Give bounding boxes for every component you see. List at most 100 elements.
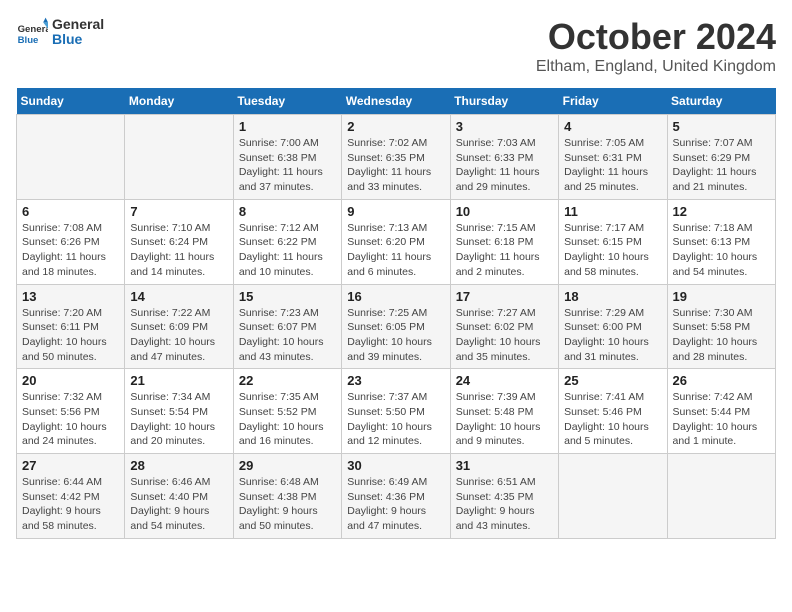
day-number: 25 [564, 373, 661, 388]
day-number: 18 [564, 289, 661, 304]
day-cell: 23Sunrise: 7:37 AM Sunset: 5:50 PM Dayli… [342, 369, 450, 454]
day-cell: 27 Sunrise: 6:44 AM Sunset: 4:42 PM Dayli… [17, 454, 125, 539]
day-cell: 18 Sunrise: 7:29 AM Sunset: 6:00 PM Dayli… [559, 284, 667, 369]
day-number: 8 [239, 204, 336, 219]
day-info: Sunrise: 7:25 AM Sunset: 6:05 PM Dayligh… [347, 306, 444, 365]
header-day-sunday: Sunday [17, 88, 125, 115]
day-cell: 9Sunrise: 7:13 AM Sunset: 6:20 PM Daylig… [342, 199, 450, 284]
day-info: Sunrise: 6:49 AM Sunset: 4:36 PM Dayligh… [347, 475, 444, 534]
day-cell: 19Sunrise: 7:30 AM Sunset: 5:58 PM Dayli… [667, 284, 775, 369]
day-number: 10 [456, 204, 553, 219]
day-number: 5 [673, 119, 770, 134]
day-number: 27 [22, 458, 119, 473]
header-day-saturday: Saturday [667, 88, 775, 115]
day-info: Sunrise: 7:34 AM Sunset: 5:54 PM Dayligh… [130, 390, 227, 449]
day-info: Sunrise: 7:35 AM Sunset: 5:52 PM Dayligh… [239, 390, 336, 449]
day-number: 20 [22, 373, 119, 388]
day-cell: 17 Sunrise: 7:27 AM Sunset: 6:02 PM Dayli… [450, 284, 558, 369]
day-cell: 24 Sunrise: 7:39 AM Sunset: 5:48 PM Dayli… [450, 369, 558, 454]
day-cell: 29 Sunrise: 6:48 AM Sunset: 4:38 PM Dayli… [233, 454, 341, 539]
calendar-table: SundayMondayTuesdayWednesdayThursdayFrid… [16, 88, 776, 539]
day-info: Sunrise: 7:17 AM Sunset: 6:15 PM Dayligh… [564, 221, 661, 280]
day-cell: 8 Sunrise: 7:12 AM Sunset: 6:22 PM Daylig… [233, 199, 341, 284]
day-number: 9 [347, 204, 444, 219]
day-info: Sunrise: 7:32 AM Sunset: 5:56 PM Dayligh… [22, 390, 119, 449]
header-day-tuesday: Tuesday [233, 88, 341, 115]
day-number: 11 [564, 204, 661, 219]
day-info: Sunrise: 6:48 AM Sunset: 4:38 PM Dayligh… [239, 475, 336, 534]
day-info: Sunrise: 7:02 AM Sunset: 6:35 PM Dayligh… [347, 136, 444, 195]
day-cell: 14 Sunrise: 7:22 AM Sunset: 6:09 PM Dayli… [125, 284, 233, 369]
day-cell: 28Sunrise: 6:46 AM Sunset: 4:40 PM Dayli… [125, 454, 233, 539]
day-number: 13 [22, 289, 119, 304]
day-cell: 5Sunrise: 7:07 AM Sunset: 6:29 PM Daylig… [667, 115, 775, 200]
title-block: October 2024 Eltham, England, United Kin… [536, 16, 776, 76]
day-number: 1 [239, 119, 336, 134]
header-day-friday: Friday [559, 88, 667, 115]
day-number: 6 [22, 204, 119, 219]
month-title: October 2024 [536, 16, 776, 58]
week-row-5: 27 Sunrise: 6:44 AM Sunset: 4:42 PM Dayli… [17, 454, 776, 539]
day-number: 2 [347, 119, 444, 134]
day-number: 30 [347, 458, 444, 473]
day-info: Sunrise: 7:29 AM Sunset: 6:00 PM Dayligh… [564, 306, 661, 365]
day-number: 4 [564, 119, 661, 134]
day-number: 15 [239, 289, 336, 304]
day-info: Sunrise: 7:30 AM Sunset: 5:58 PM Dayligh… [673, 306, 770, 365]
week-row-2: 6 Sunrise: 7:08 AM Sunset: 6:26 PM Daylig… [17, 199, 776, 284]
svg-text:General: General [18, 24, 48, 35]
calendar-header: SundayMondayTuesdayWednesdayThursdayFrid… [17, 88, 776, 115]
day-info: Sunrise: 7:05 AM Sunset: 6:31 PM Dayligh… [564, 136, 661, 195]
day-number: 29 [239, 458, 336, 473]
day-info: Sunrise: 6:44 AM Sunset: 4:42 PM Dayligh… [22, 475, 119, 534]
day-number: 22 [239, 373, 336, 388]
week-row-3: 13Sunrise: 7:20 AM Sunset: 6:11 PM Dayli… [17, 284, 776, 369]
day-cell: 21 Sunrise: 7:34 AM Sunset: 5:54 PM Dayli… [125, 369, 233, 454]
week-row-4: 20 Sunrise: 7:32 AM Sunset: 5:56 PM Dayli… [17, 369, 776, 454]
day-cell: 6 Sunrise: 7:08 AM Sunset: 6:26 PM Daylig… [17, 199, 125, 284]
day-number: 24 [456, 373, 553, 388]
day-cell: 7Sunrise: 7:10 AM Sunset: 6:24 PM Daylig… [125, 199, 233, 284]
header-day-thursday: Thursday [450, 88, 558, 115]
day-cell: 2 Sunrise: 7:02 AM Sunset: 6:35 PM Daylig… [342, 115, 450, 200]
svg-text:Blue: Blue [18, 35, 39, 46]
day-info: Sunrise: 7:15 AM Sunset: 6:18 PM Dayligh… [456, 221, 553, 280]
day-cell: 30 Sunrise: 6:49 AM Sunset: 4:36 PM Dayli… [342, 454, 450, 539]
day-cell: 20 Sunrise: 7:32 AM Sunset: 5:56 PM Dayli… [17, 369, 125, 454]
day-cell: 3 Sunrise: 7:03 AM Sunset: 6:33 PM Daylig… [450, 115, 558, 200]
day-info: Sunrise: 7:27 AM Sunset: 6:02 PM Dayligh… [456, 306, 553, 365]
day-cell [559, 454, 667, 539]
day-info: Sunrise: 7:39 AM Sunset: 5:48 PM Dayligh… [456, 390, 553, 449]
day-number: 31 [456, 458, 553, 473]
day-cell: 22 Sunrise: 7:35 AM Sunset: 5:52 PM Dayli… [233, 369, 341, 454]
day-number: 7 [130, 204, 227, 219]
day-number: 14 [130, 289, 227, 304]
day-number: 12 [673, 204, 770, 219]
day-info: Sunrise: 7:08 AM Sunset: 6:26 PM Dayligh… [22, 221, 119, 280]
logo-blue: Blue [52, 32, 104, 47]
logo-general: General [52, 17, 104, 32]
day-info: Sunrise: 7:22 AM Sunset: 6:09 PM Dayligh… [130, 306, 227, 365]
day-cell [125, 115, 233, 200]
day-cell: 4 Sunrise: 7:05 AM Sunset: 6:31 PM Daylig… [559, 115, 667, 200]
day-number: 28 [130, 458, 227, 473]
day-number: 21 [130, 373, 227, 388]
day-number: 17 [456, 289, 553, 304]
day-number: 26 [673, 373, 770, 388]
day-info: Sunrise: 7:18 AM Sunset: 6:13 PM Dayligh… [673, 221, 770, 280]
day-cell: 13Sunrise: 7:20 AM Sunset: 6:11 PM Dayli… [17, 284, 125, 369]
week-row-1: 1 Sunrise: 7:00 AM Sunset: 6:38 PM Daylig… [17, 115, 776, 200]
day-cell: 31Sunrise: 6:51 AM Sunset: 4:35 PM Dayli… [450, 454, 558, 539]
day-info: Sunrise: 7:03 AM Sunset: 6:33 PM Dayligh… [456, 136, 553, 195]
day-cell: 15 Sunrise: 7:23 AM Sunset: 6:07 PM Dayli… [233, 284, 341, 369]
day-info: Sunrise: 7:12 AM Sunset: 6:22 PM Dayligh… [239, 221, 336, 280]
day-cell [667, 454, 775, 539]
day-cell: 25Sunrise: 7:41 AM Sunset: 5:46 PM Dayli… [559, 369, 667, 454]
day-cell [17, 115, 125, 200]
day-number: 3 [456, 119, 553, 134]
page-header: General Blue General Blue October 2024 E… [16, 16, 776, 76]
header-day-monday: Monday [125, 88, 233, 115]
day-cell: 10 Sunrise: 7:15 AM Sunset: 6:18 PM Dayli… [450, 199, 558, 284]
day-info: Sunrise: 7:23 AM Sunset: 6:07 PM Dayligh… [239, 306, 336, 365]
day-info: Sunrise: 7:00 AM Sunset: 6:38 PM Dayligh… [239, 136, 336, 195]
